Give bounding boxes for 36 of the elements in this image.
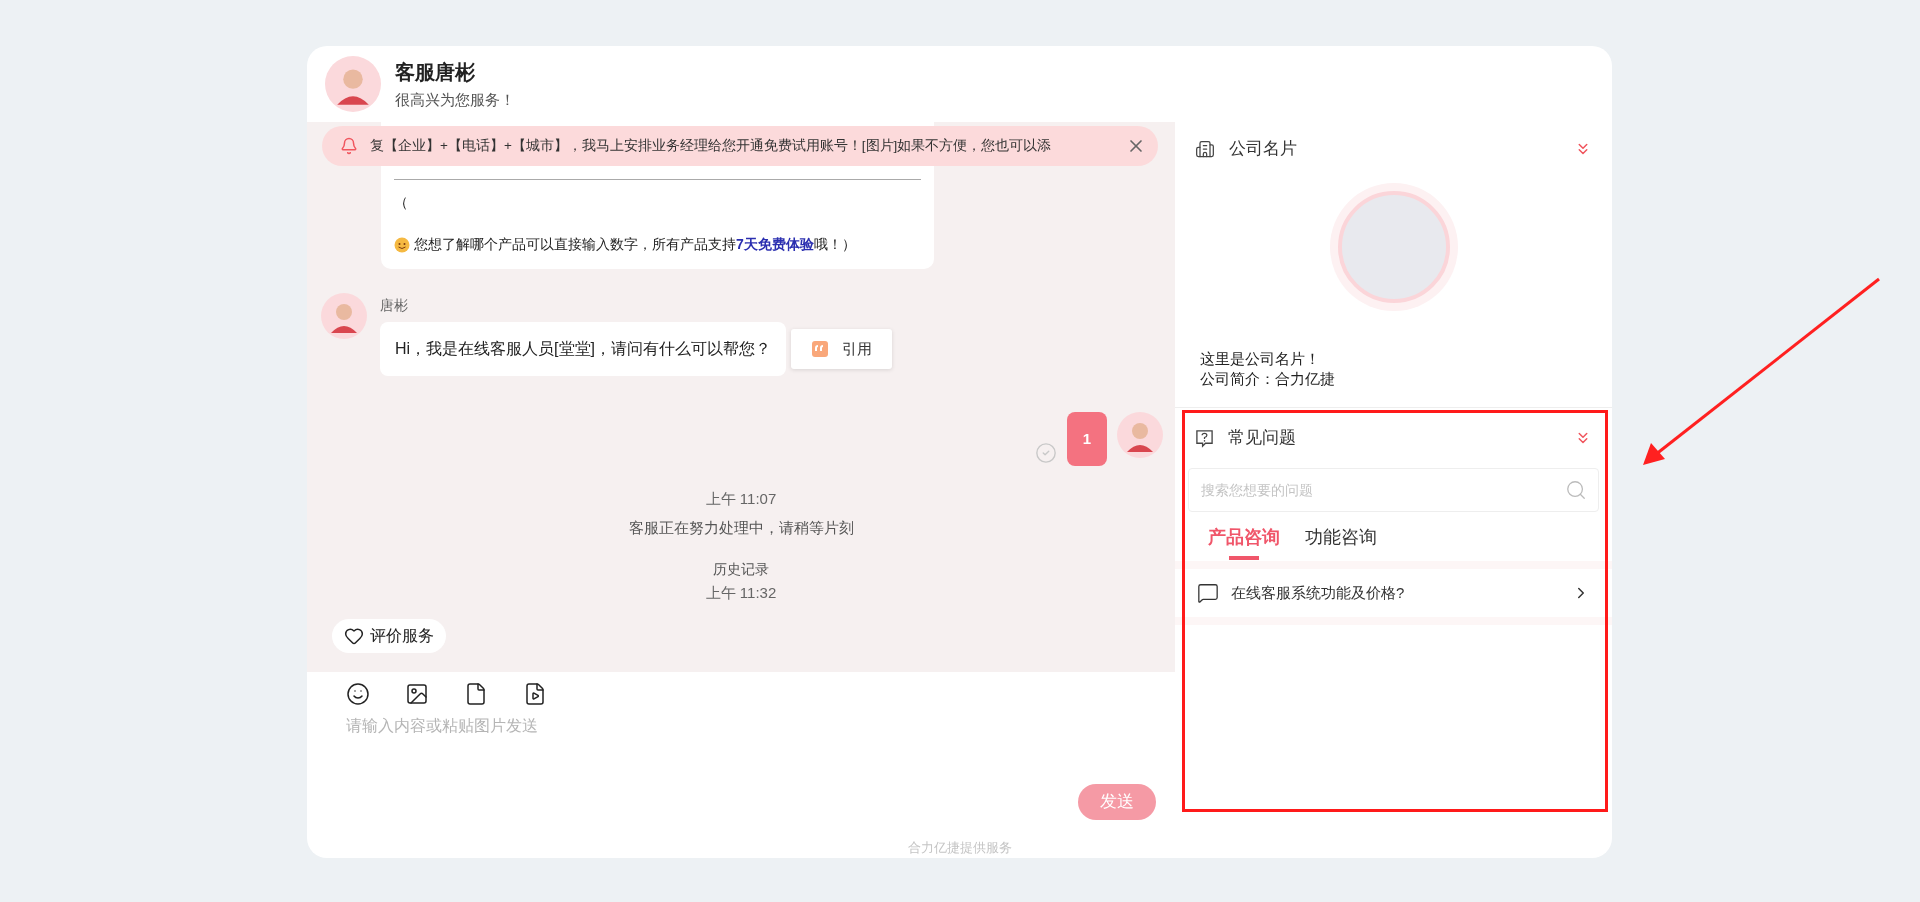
image-icon[interactable] [405,682,429,706]
agent-greeting: 很高兴为您服务！ [395,89,515,110]
agent-name: 客服唐彬 [395,59,476,85]
agent-avatar [325,56,381,112]
question-icon [1195,428,1214,448]
message-text: （ [394,193,409,212]
status-text: 客服正在努力处理中，请稍等片刻 [628,517,854,538]
agent-avatar [321,293,367,339]
quote-button[interactable]: 引用 [791,329,892,369]
heart-icon [344,625,364,646]
company-info-text: 这里是公司名片！ [1200,349,1321,369]
video-file-icon[interactable] [523,682,547,706]
message-text: Hi，我是在线客服人员[堂堂]，请问有什么可以帮您？ [395,339,771,359]
rate-service-button[interactable]: 评价服务 [332,618,446,653]
faq-question-row[interactable]: 在线客服系统功能及价格? [1175,569,1612,617]
search-field[interactable]: 搜索您想要的问题 [1188,468,1599,512]
emoji-icon[interactable] [346,682,370,706]
company-info-text: 公司简介：合力亿捷 [1200,369,1336,389]
section-title: 常见问题 [1228,427,1297,450]
timestamp: 上午 11:32 [705,583,777,603]
section-title: 公司名片 [1229,138,1298,161]
message-text: 1 [1082,428,1092,449]
building-icon [1195,139,1215,159]
message-text: 您想了解哪个产品可以直接输入数字，所有产品支持7天免费体验哦！） [414,235,856,254]
notice-text: 复【企业】+【电话】+【城市】，我马上安排业务经理给您开通免费试用账号！[图片]如果不方便，您也可以添 [370,136,1053,155]
quote-icon [811,341,828,357]
user-avatar [1117,412,1163,458]
chat-bubble-icon [1197,582,1219,604]
bell-icon [340,137,358,155]
faq-tab[interactable]: 功能咨询 [1305,524,1377,560]
message-input[interactable]: 请输入内容或粘贴图片发送 [346,714,1175,784]
file-icon[interactable] [464,682,488,706]
timestamp: 上午 11:07 [705,489,777,509]
sender-name: 唐彬 [380,296,409,315]
emoji-icon [394,236,410,253]
history-label: 历史记录 [713,560,769,579]
